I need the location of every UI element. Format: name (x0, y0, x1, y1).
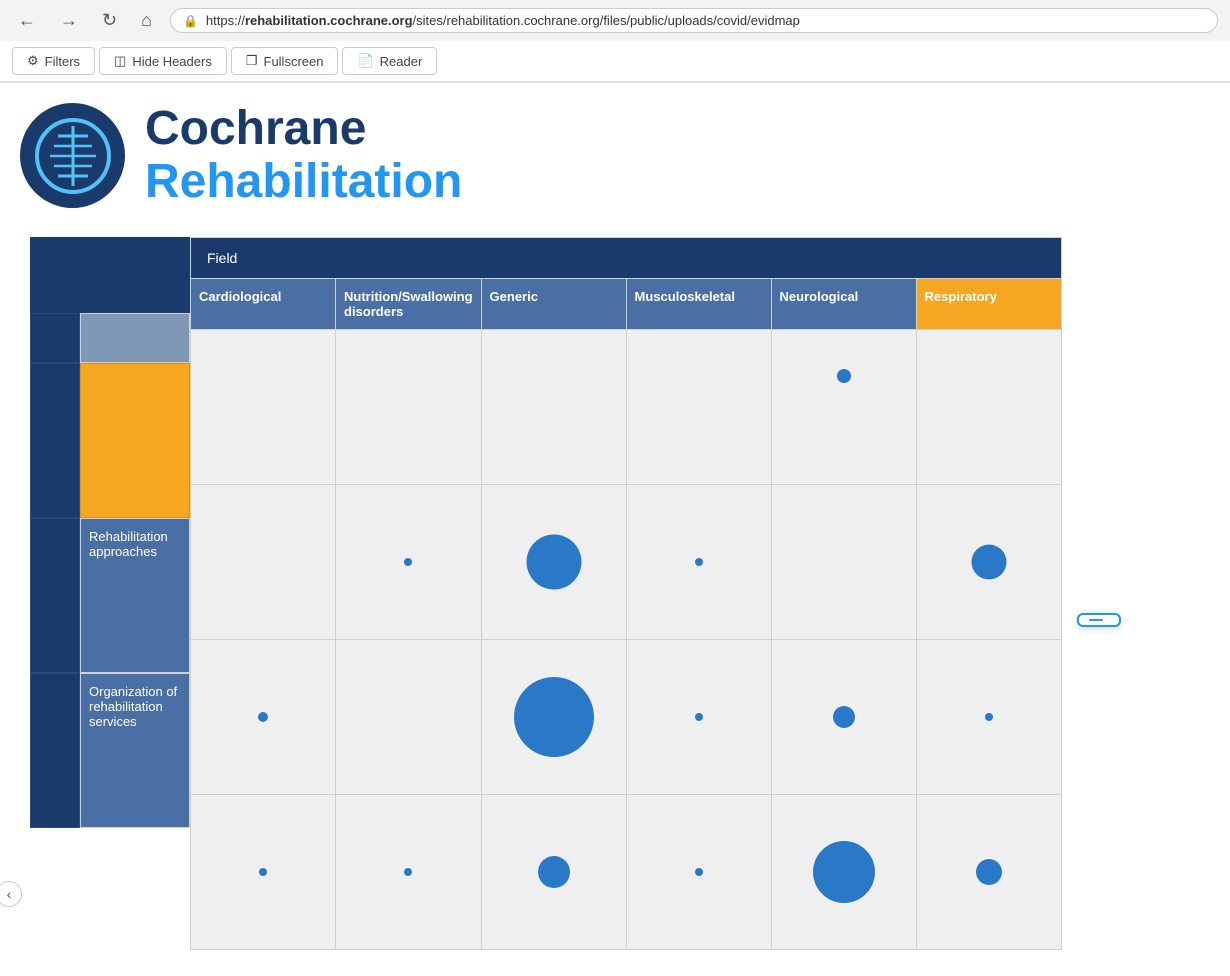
studies-badge (1077, 613, 1121, 627)
cell-rehab-musculoskeletal[interactable] (626, 484, 771, 639)
col-header-nutrition: Nutrition/Swallowing disorders (336, 278, 482, 329)
sidebar-row-impact: Organization of rehabilitation services (30, 673, 190, 828)
cell-spacer-nutrition[interactable] (336, 329, 482, 484)
col-header-neurological: Neurological (771, 278, 916, 329)
browser-chrome: ← → ↻ ⌂ 🔒 https://rehabilitation.cochran… (0, 0, 1230, 83)
sidebar-row-spacer (30, 313, 190, 363)
filters-button[interactable]: ⚙ Filters (12, 47, 95, 75)
cell-spacer-generic[interactable] (481, 329, 626, 484)
cell-impact-nutrition[interactable] (336, 794, 482, 949)
cell-impact-musculoskeletal[interactable] (626, 794, 771, 949)
logo-cochrane: Cochrane (145, 103, 462, 156)
layout-icon: ◫ (114, 53, 126, 69)
logo-text: Cochrane Rehabilitation (145, 103, 462, 209)
col-header-generic: Generic (481, 278, 626, 329)
address-bar[interactable]: 🔒 https://rehabilitation.cochrane.org/si… (170, 8, 1218, 33)
scroll-left-button[interactable]: ‹ (0, 881, 22, 907)
reader-icon: 📄 (357, 53, 373, 69)
cell-spacer-cardiological[interactable] (191, 329, 336, 484)
cell-org-musculoskeletal[interactable] (626, 639, 771, 794)
header-spacer (30, 237, 190, 313)
fullscreen-button[interactable]: ❐ Fullscreen (231, 47, 339, 75)
field-header: Field (191, 237, 1062, 278)
table-row-org (191, 639, 1062, 794)
hide-headers-button[interactable]: ◫ Hide Headers (99, 47, 227, 75)
cochrane-logo (20, 103, 125, 208)
cell-org-nutrition[interactable] (336, 639, 482, 794)
cell-spacer-respiratory[interactable] (916, 329, 1061, 484)
badge-count (1089, 619, 1103, 621)
cell-impact-respiratory[interactable] (916, 794, 1061, 949)
cell-impact-neurological[interactable] (771, 794, 916, 949)
cell-org-generic[interactable] (481, 639, 626, 794)
cell-org-cardiological[interactable] (191, 639, 336, 794)
home-button[interactable]: ⌂ (135, 8, 158, 33)
cell-impact-generic[interactable] (481, 794, 626, 949)
reader-button[interactable]: 📄 Reader (342, 47, 437, 75)
cell-rehab-cardiological[interactable] (191, 484, 336, 639)
col-header-respiratory: Respiratory (916, 278, 1061, 329)
row-label-impact-diseases: Organization of rehabilitation services (80, 673, 190, 828)
table-row-spacer (191, 329, 1062, 484)
matrix-table: Field Cardiological Nutrition/Swallowing… (190, 237, 1062, 950)
table-row-impact (191, 794, 1062, 949)
gear-icon: ⚙ (27, 53, 39, 69)
sidebar-left: Rehabilitation approaches Organization o… (30, 237, 190, 950)
logo-area: Cochrane Rehabilitation (20, 103, 1210, 209)
col-header-musculoskeletal: Musculoskeletal (626, 278, 771, 329)
cell-spacer-musculoskeletal[interactable] (626, 329, 771, 484)
cell-org-respiratory[interactable] (916, 639, 1061, 794)
matrix-container: Rehabilitation approaches Organization o… (30, 237, 1210, 950)
lock-icon: 🔒 (183, 14, 198, 28)
row-label-org-rehab: Rehabilitation approaches (80, 518, 190, 673)
back-button[interactable]: ← (12, 8, 42, 33)
cell-rehab-neurological[interactable] (771, 484, 916, 639)
reload-button[interactable]: ↻ (96, 8, 123, 33)
logo-rehabilitation: Rehabilitation (145, 156, 462, 209)
cell-org-neurological[interactable] (771, 639, 916, 794)
toolbar: ⚙ Filters ◫ Hide Headers ❐ Fullscreen 📄 … (0, 41, 1230, 82)
cell-impact-cardiological[interactable] (191, 794, 336, 949)
cell-rehab-nutrition[interactable] (336, 484, 482, 639)
page-content: Cochrane Rehabilitation (0, 83, 1230, 976)
browser-nav: ← → ↻ ⌂ 🔒 https://rehabilitation.cochran… (0, 0, 1230, 41)
cell-spacer-neurological[interactable] (771, 329, 916, 484)
row-label-rehab-approaches (80, 363, 190, 518)
col-header-cardiological: Cardiological (191, 278, 336, 329)
cell-rehab-respiratory[interactable] (916, 484, 1061, 639)
sidebar-row-rehab (30, 363, 190, 518)
table-row-rehab (191, 484, 1062, 639)
sidebar-row-org: Rehabilitation approaches (30, 518, 190, 673)
cell-rehab-generic[interactable] (481, 484, 626, 639)
expand-icon: ❐ (246, 53, 258, 69)
address-url: https://rehabilitation.cochrane.org/site… (206, 13, 800, 28)
forward-button[interactable]: → (54, 8, 84, 33)
